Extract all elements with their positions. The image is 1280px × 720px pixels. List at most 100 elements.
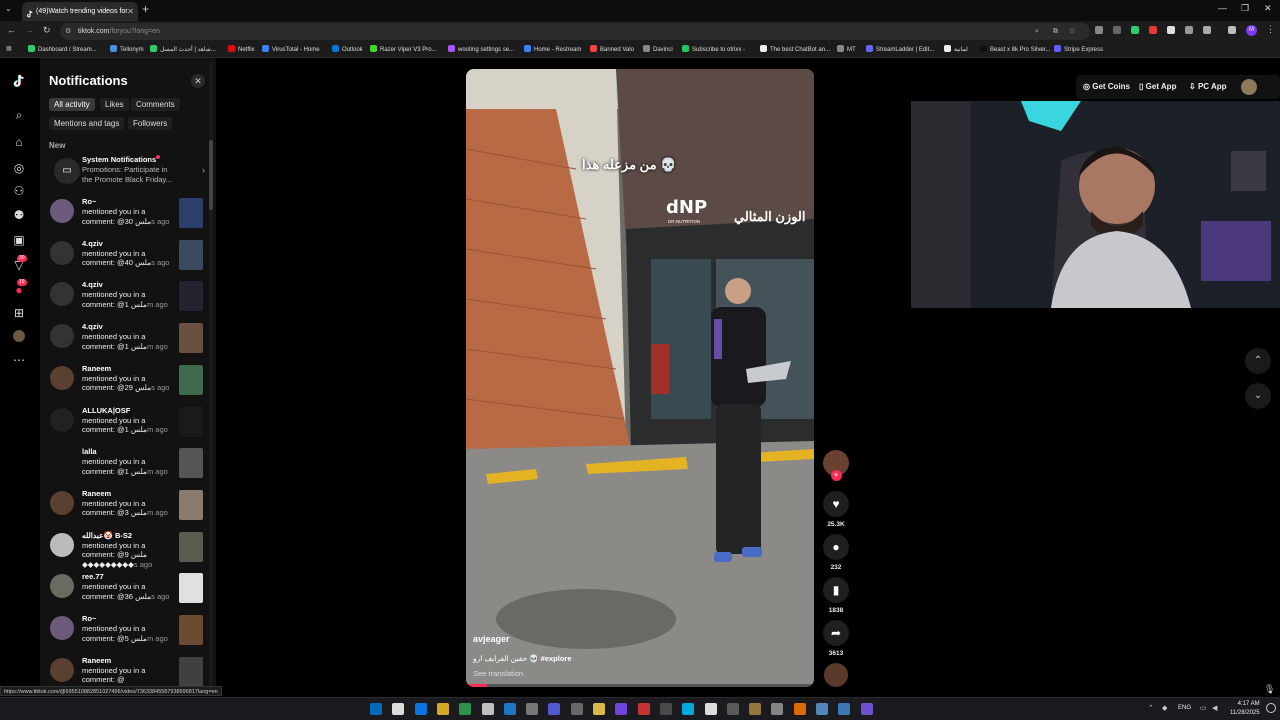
app-icon[interactable] (503, 703, 516, 715)
app-icon[interactable] (771, 703, 784, 715)
bookmark-item[interactable]: VirusTotal - Home (262, 45, 320, 53)
extension-icon[interactable] (1185, 26, 1193, 34)
notification-item[interactable]: Raneem mentioned you in a comment: @29 مل… (48, 364, 208, 404)
notification-username[interactable]: 4.qziv (82, 280, 103, 289)
notification-username[interactable]: ree.77 (82, 572, 104, 581)
avatar[interactable] (50, 532, 74, 557)
language-indicator[interactable]: ENG (1178, 705, 1191, 711)
bookmark-item[interactable]: Stripe Express (1054, 45, 1103, 53)
bookmark-item[interactable]: The best ChatBot an... (760, 45, 830, 53)
home-icon[interactable]: ⌂ (12, 135, 26, 149)
bookmark-star-icon[interactable]: ☆ (1069, 23, 1075, 40)
bookmark-item[interactable]: Home - Restream (524, 45, 581, 53)
video-progress-bar[interactable] (466, 684, 814, 687)
tab-mentions-and-tags[interactable]: Mentions and tags (49, 117, 125, 130)
extension-icon[interactable] (1113, 26, 1121, 34)
app-icon[interactable] (816, 703, 828, 715)
zoom-icon[interactable]: ⌕ (1035, 23, 1039, 40)
bookmark-item[interactable]: شاهد | أحدث المسل... (150, 45, 216, 53)
notification-username[interactable]: Raneem (82, 364, 111, 373)
tab-search-button[interactable]: ⌄ (5, 4, 12, 13)
save-button[interactable]: ▮ 1838 (822, 577, 850, 614)
video-thumbnail[interactable] (179, 489, 203, 520)
tab-comments[interactable]: Comments (131, 98, 180, 111)
app-icon[interactable] (481, 703, 494, 715)
notification-item[interactable]: ree.77 mentioned you in a comment: @36 مل… (48, 572, 208, 612)
app-icon[interactable] (704, 703, 717, 715)
avatar[interactable] (50, 616, 74, 640)
video-thumbnail[interactable] (179, 323, 203, 354)
bookmark-item[interactable]: wooting settings se... (448, 45, 514, 53)
edge-icon[interactable] (414, 703, 427, 715)
app-icon[interactable] (682, 703, 695, 715)
profile-icon[interactable] (12, 330, 26, 344)
notification-item[interactable]: 4.qziv mentioned you in a comment: @1 ملس… (48, 280, 208, 320)
extensions-puzzle-icon[interactable] (1203, 26, 1211, 34)
notification-username[interactable]: lalla (82, 447, 97, 456)
taskbar-clock[interactable]: 4:17 AM 11/28/2025 (1230, 700, 1260, 718)
close-notifications-button[interactable]: ✕ (191, 74, 205, 88)
notification-item[interactable]: 4.qziv mentioned you in a comment: @1 ملس… (48, 322, 208, 362)
chrome-icon[interactable] (459, 703, 472, 715)
discord-icon[interactable] (593, 703, 605, 715)
notification-item[interactable]: عبدالله🤡 B-S2 mentioned you in a comment:… (48, 531, 208, 571)
following-icon[interactable]: ⚇ (12, 184, 26, 198)
share-button[interactable]: ➦ 3613 (822, 620, 850, 657)
back-icon[interactable]: ← (7, 25, 16, 35)
sidebar-icon[interactable] (1228, 26, 1236, 34)
tab-all-activity[interactable]: All activity (49, 98, 95, 111)
tab-likes[interactable]: Likes (100, 98, 129, 111)
new-tab-button[interactable]: + (142, 2, 149, 16)
address-bar[interactable]: ⚙ tiktok.com/foryou?lang=en ⌕ ⧉ ☆ (60, 23, 1090, 40)
extension-icon[interactable] (1149, 26, 1157, 34)
live-icon[interactable]: ▣ (12, 233, 26, 247)
notification-item[interactable]: Ro~ mentioned you in a comment: @30 ملسs … (48, 197, 208, 237)
notification-username[interactable]: Ro~ (82, 614, 96, 623)
notification-item[interactable]: lalla mentioned you in a comment: @1 ملسm… (48, 447, 208, 487)
friends-icon[interactable]: ⚉ (12, 208, 26, 222)
avatar[interactable] (50, 574, 74, 599)
more-icon[interactable]: ⋯ (12, 353, 26, 367)
video-thumbnail[interactable] (179, 406, 203, 437)
bookmark-item[interactable]: StreamLadder | Edit... (866, 45, 934, 53)
files-icon[interactable] (436, 703, 449, 715)
notification-username[interactable]: ALLUKA|OSF (82, 406, 130, 415)
avatar[interactable] (50, 657, 74, 682)
get-app-button[interactable]: ▯ Get App (1139, 79, 1176, 95)
video-thumbnail[interactable] (179, 364, 203, 395)
tab-followers[interactable]: Followers (128, 117, 173, 130)
notification-item[interactable]: ALLUKA|OSF mentioned you in a comment: @1… (48, 406, 208, 446)
app-icon[interactable] (793, 703, 806, 715)
video-thumbnail[interactable] (179, 198, 203, 228)
video-thumbnail[interactable] (179, 615, 203, 645)
tiktok-logo-icon[interactable] (12, 74, 26, 88)
extension-icon[interactable] (1167, 26, 1175, 34)
notification-username[interactable]: 4.qziv (82, 239, 103, 248)
profile-avatar[interactable]: M (1246, 25, 1257, 36)
see-translation-link[interactable]: See translation (473, 669, 523, 678)
notification-username[interactable]: Ro~ (82, 197, 96, 206)
notification-item[interactable]: Raneem mentioned you in a comment: @3 ملس… (48, 489, 208, 529)
bookmark-item[interactable]: Netflix (228, 45, 255, 53)
video-thumbnail[interactable] (179, 448, 203, 479)
avatar[interactable] (50, 490, 74, 515)
follow-plus-icon[interactable]: + (830, 470, 842, 481)
sound-button[interactable] (822, 663, 850, 687)
avatar[interactable] (50, 324, 74, 349)
notes-icon[interactable] (637, 703, 650, 715)
minimize-icon[interactable]: — (1218, 3, 1227, 13)
bookmark-item[interactable]: Dashboard / Stream... (28, 45, 97, 53)
notification-username[interactable]: Raneem (82, 656, 111, 665)
bookmark-item[interactable]: Outlook (332, 45, 363, 53)
avatar[interactable] (50, 199, 74, 223)
user-avatar[interactable] (1241, 79, 1257, 95)
avatar[interactable] (50, 365, 74, 390)
bookmark-item[interactable]: Tellonym (110, 45, 144, 53)
comment-button[interactable]: ● 232 (822, 534, 850, 571)
notifications-scroll-thumb[interactable] (209, 140, 213, 210)
avatar[interactable] (50, 282, 74, 307)
notification-item[interactable]: 4.qziv mentioned you in a comment: @40 مل… (48, 239, 208, 279)
bookmark-item[interactable]: Razer Viper V3 Pro... (370, 45, 437, 53)
bookmark-item[interactable]: لمانية (944, 45, 968, 53)
app-icon[interactable] (615, 703, 628, 715)
